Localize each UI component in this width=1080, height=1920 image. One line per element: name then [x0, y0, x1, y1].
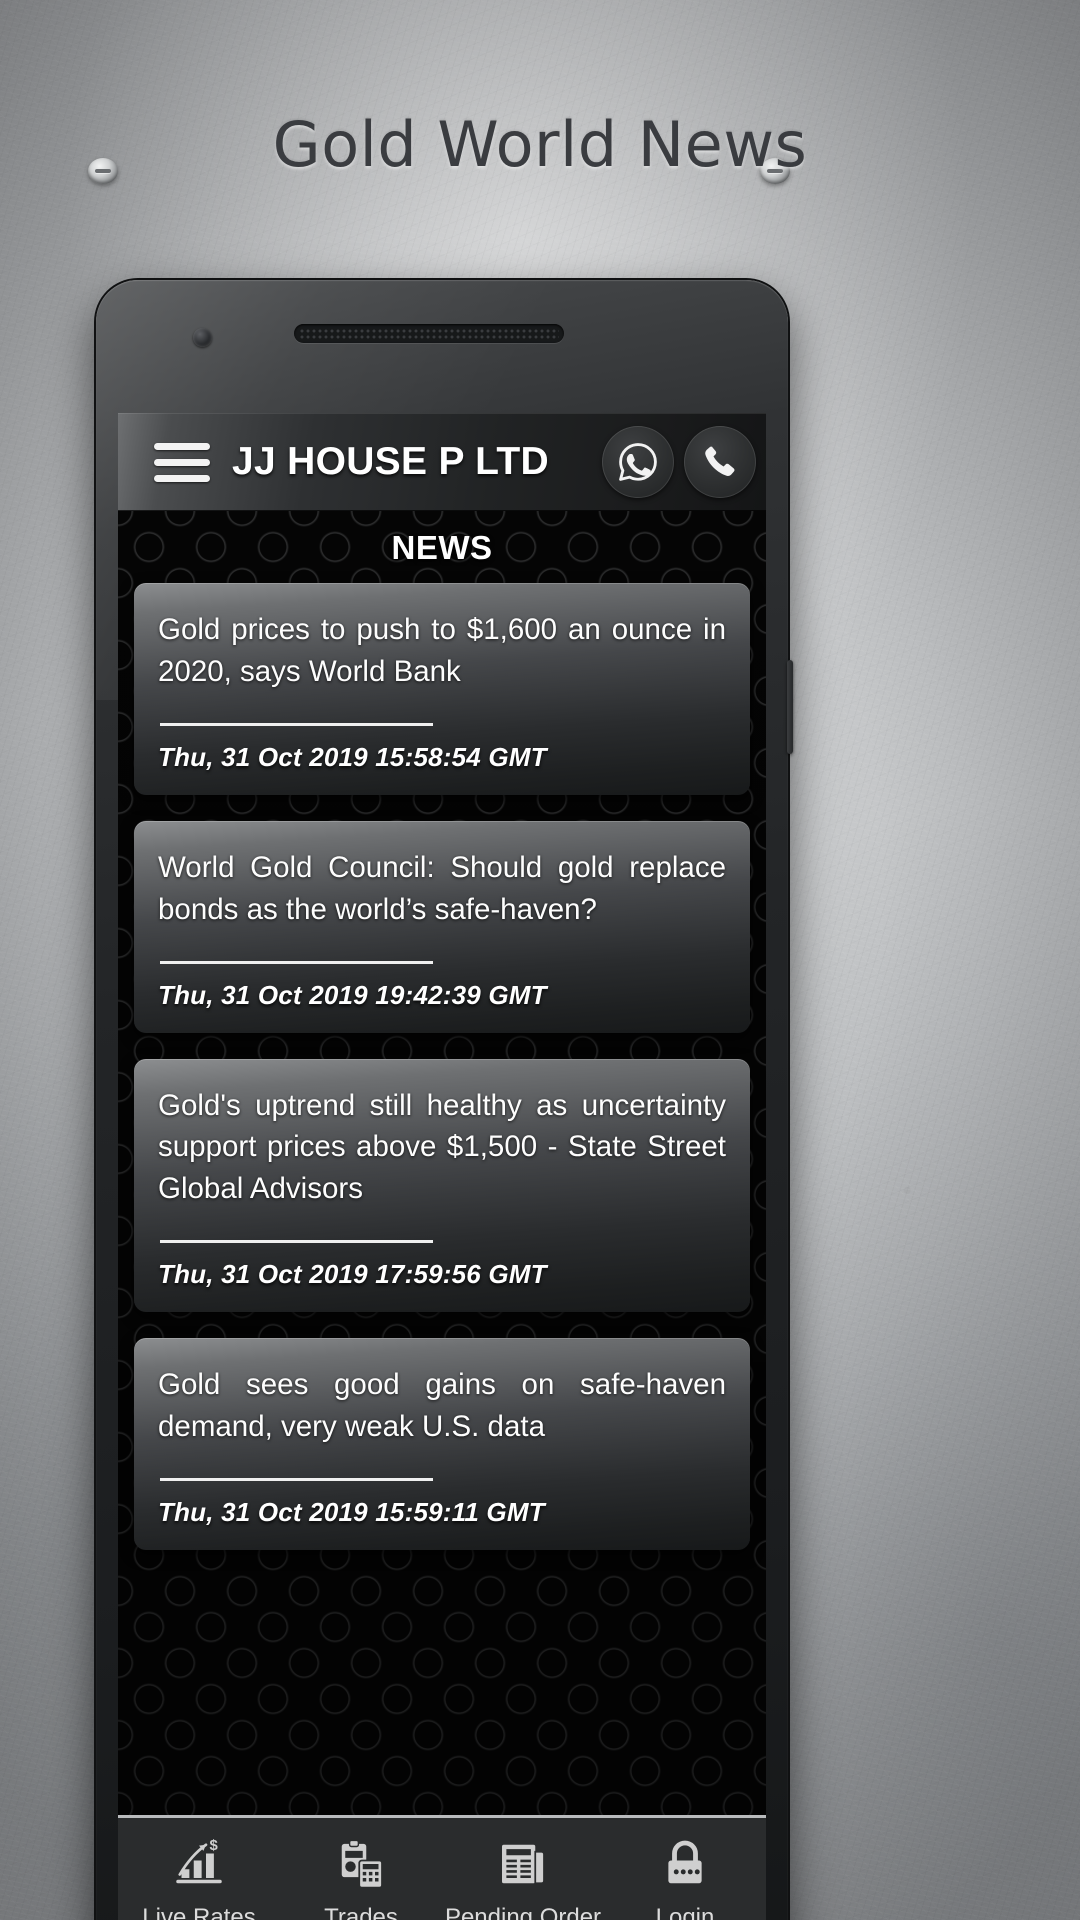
clipboard-calculator-icon — [341, 1839, 383, 1889]
newspaper-icon — [502, 1844, 545, 1885]
whatsapp-icon — [619, 443, 657, 481]
app-title: JJ HOUSE P LTD — [232, 440, 549, 483]
hamburger-line-1 — [154, 442, 210, 450]
hamburger-line-3 — [154, 474, 210, 482]
news-card[interactable]: Gold prices to push to $1,600 an ounce i… — [134, 583, 750, 795]
news-card[interactable]: Gold's uptrend still healthy as uncertai… — [134, 1058, 750, 1313]
news-card[interactable]: Gold sees good gains on safe-haven deman… — [134, 1338, 750, 1550]
news-card[interactable]: World Gold Council: Should gold replace … — [134, 820, 750, 1033]
news-date: Thu, 31 Oct 2019 17:59:56 GMT — [158, 1259, 547, 1290]
news-divider — [160, 1477, 433, 1481]
nav-label: Pending Order — [444, 1904, 602, 1920]
svg-text:$: $ — [210, 1838, 219, 1854]
news-headline: Gold prices to push to $1,600 an ounce i… — [158, 613, 726, 688]
news-headline: Gold's uptrend still healthy as uncertai… — [158, 1088, 726, 1206]
nav-label: Trades — [324, 1904, 398, 1920]
news-date: Thu, 31 Oct 2019 15:59:11 GMT — [158, 1496, 545, 1527]
bottom-navigation: $ Live Rates Trades Pending Order Login — [118, 1815, 766, 1920]
phone-call-button[interactable] — [684, 426, 756, 498]
phone-mockup: JJ HOUSE P LTD NEWS Gold prices to push … — [96, 280, 793, 1920]
news-headline: Gold sees good gains on safe-haven deman… — [158, 1368, 726, 1443]
news-date: Thu, 31 Oct 2019 19:42:39 GMT — [158, 979, 547, 1010]
nav-item-pending-order[interactable]: Pending Order — [442, 1836, 604, 1920]
news-body: NEWS Gold prices to push to $1,600 an ou… — [118, 511, 766, 1815]
page-title: Gold World News — [272, 108, 808, 181]
news-divider — [160, 722, 433, 726]
section-title: NEWS — [391, 529, 493, 566]
phone-icon — [705, 446, 735, 476]
whatsapp-button[interactable] — [602, 426, 674, 498]
hamburger-line-2 — [154, 458, 210, 466]
nav-item-trades[interactable]: Trades — [280, 1836, 442, 1920]
chart-dollar-icon: $ — [176, 1838, 222, 1884]
front-camera-icon — [193, 328, 212, 347]
news-list: Gold prices to push to $1,600 an ounce i… — [118, 583, 766, 1550]
news-divider — [160, 1240, 433, 1244]
earpiece-speaker — [294, 324, 564, 343]
nav-label: Login — [655, 1904, 715, 1920]
nav-item-login[interactable]: Login — [604, 1836, 766, 1920]
nav-label: Live Rates — [142, 1904, 256, 1920]
news-headline: World Gold Council: Should gold replace … — [158, 850, 726, 926]
app-header: JJ HOUSE P LTD — [118, 413, 766, 511]
power-button[interactable] — [787, 660, 793, 754]
nav-item-live-rates[interactable]: $ Live Rates — [118, 1836, 280, 1920]
hamburger-menu-icon[interactable] — [140, 442, 224, 482]
news-date: Thu, 31 Oct 2019 15:58:54 GMT — [158, 741, 547, 772]
padlock-icon — [668, 1840, 702, 1884]
news-divider — [160, 960, 433, 964]
phone-screen: JJ HOUSE P LTD NEWS Gold prices to push … — [118, 413, 766, 1920]
